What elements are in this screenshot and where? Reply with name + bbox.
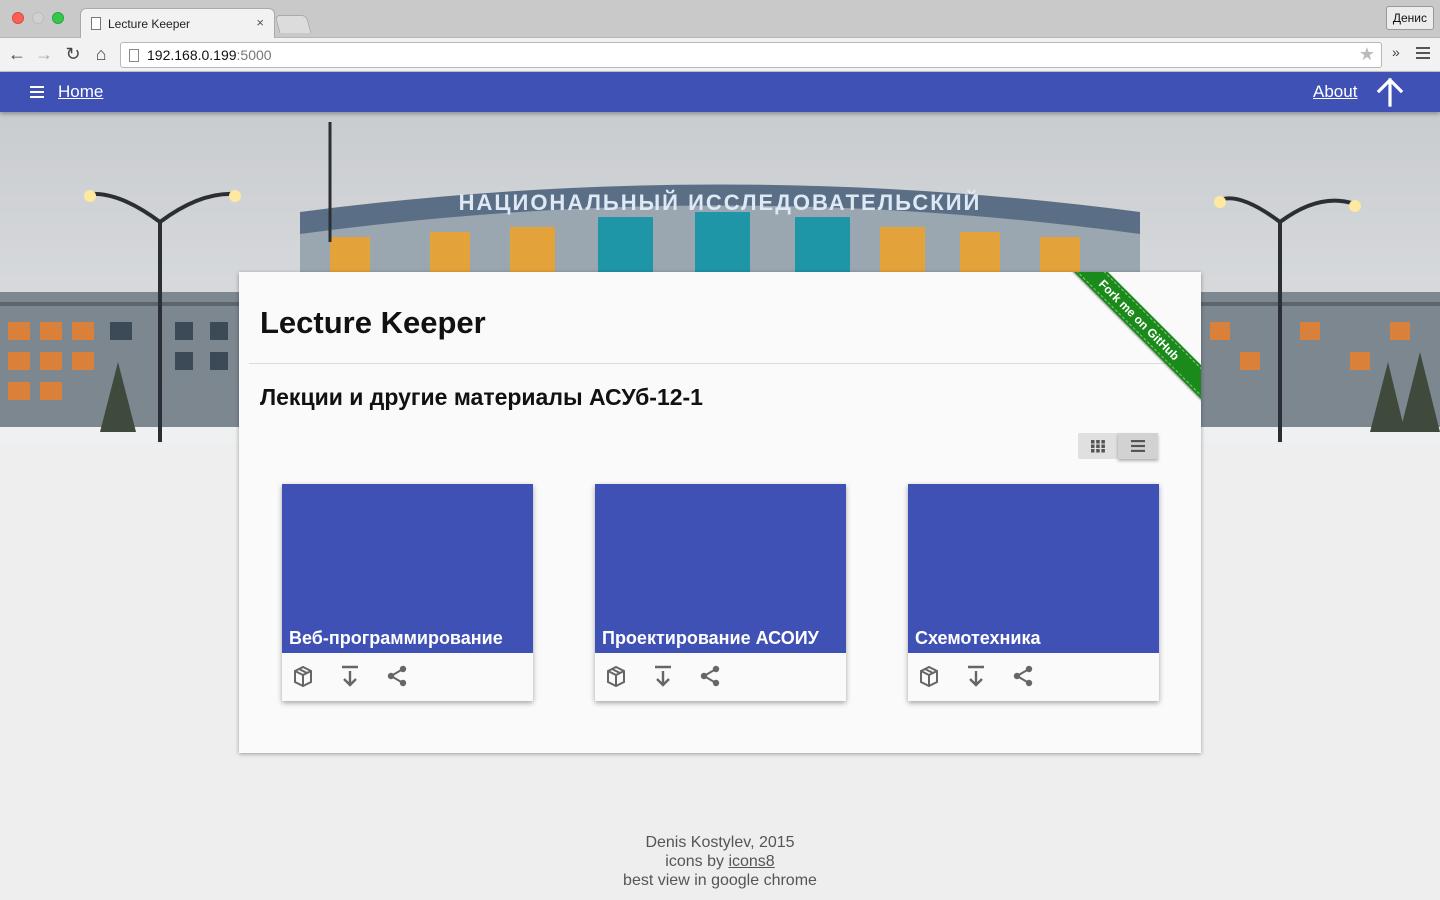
- title-divider: [249, 363, 1191, 364]
- grid-view-icon: [1091, 440, 1105, 453]
- grid-view-button[interactable]: [1078, 433, 1118, 459]
- footer-author: Denis Kostylev, 2015: [645, 834, 795, 851]
- course-card[interactable]: Веб-программирование: [282, 484, 533, 701]
- footer: Denis Kostylev, 2015 icons by icons8 bes…: [0, 833, 1440, 890]
- browser-toolbar: ← → ↻ ⌂ 192.168.0.199:5000 ★ »: [0, 38, 1440, 72]
- app-bar: Home About: [0, 72, 1440, 112]
- browser-tab[interactable]: Lecture Keeper ×: [80, 8, 275, 38]
- footer-icons-credit: icons by icons8: [665, 853, 775, 870]
- arrow-up-icon[interactable]: [1374, 76, 1406, 108]
- icons8-link[interactable]: icons8: [728, 853, 774, 870]
- window-close-button[interactable]: [12, 12, 24, 24]
- page-icon: [129, 49, 139, 62]
- address-bar[interactable]: 192.168.0.199:5000 ★: [120, 42, 1382, 68]
- profile-button[interactable]: Денис: [1385, 6, 1434, 30]
- forward-icon[interactable]: →: [33, 43, 55, 65]
- course-card[interactable]: Схемотехника: [908, 484, 1159, 701]
- page-subtitle: Лекции и другие материалы АСУб-12-1: [260, 384, 703, 410]
- new-tab-button[interactable]: [274, 15, 312, 33]
- about-link[interactable]: About: [1313, 82, 1357, 102]
- document-icon: [91, 17, 101, 30]
- share-icon[interactable]: [384, 663, 410, 689]
- extensions-chevron-icon[interactable]: »: [1392, 44, 1400, 60]
- back-icon[interactable]: ←: [6, 43, 28, 65]
- package-icon[interactable]: [603, 663, 629, 689]
- package-icon[interactable]: [916, 663, 942, 689]
- bookmark-star-icon[interactable]: ★: [1359, 44, 1375, 65]
- browser-titlebar: Lecture Keeper × Денис: [0, 0, 1440, 38]
- download-icon[interactable]: [650, 663, 676, 689]
- hamburger-icon[interactable]: [30, 86, 44, 98]
- home-link[interactable]: Home: [58, 82, 103, 102]
- download-icon[interactable]: [963, 663, 989, 689]
- list-view-icon: [1131, 440, 1145, 452]
- tab-close-icon[interactable]: ×: [256, 15, 264, 30]
- list-view-button[interactable]: [1118, 433, 1158, 459]
- course-title[interactable]: Веб-программирование: [289, 628, 503, 649]
- window-zoom-button[interactable]: [52, 12, 64, 24]
- tab-title: Lecture Keeper: [108, 17, 191, 31]
- course-title[interactable]: Проектирование АСОИУ: [602, 628, 819, 649]
- share-icon[interactable]: [697, 663, 723, 689]
- window-minimize-button[interactable]: [32, 12, 44, 24]
- course-title[interactable]: Схемотехника: [915, 628, 1041, 649]
- page-title: Lecture Keeper: [260, 305, 486, 340]
- main-card: Lecture Keeper Лекции и другие материалы…: [239, 272, 1201, 753]
- fork-on-github-ribbon[interactable]: Fork me on GitHub: [1052, 272, 1201, 407]
- share-icon[interactable]: [1010, 663, 1036, 689]
- browser-menu-icon[interactable]: [1416, 47, 1430, 59]
- reload-icon[interactable]: ↻: [62, 43, 84, 65]
- package-icon[interactable]: [290, 663, 316, 689]
- view-toggle: [1078, 433, 1158, 459]
- footer-note: best view in google chrome: [623, 872, 817, 889]
- home-icon[interactable]: ⌂: [90, 43, 112, 65]
- url-text: 192.168.0.199:5000: [147, 47, 272, 63]
- svg-text:НАЦИОНАЛЬНЫЙ ИССЛЕДОВАТЕЛЬСКИЙ: НАЦИОНАЛЬНЫЙ ИССЛЕДОВАТЕЛЬСКИЙ: [459, 190, 982, 215]
- download-icon[interactable]: [337, 663, 363, 689]
- course-card[interactable]: Проектирование АСОИУ: [595, 484, 846, 701]
